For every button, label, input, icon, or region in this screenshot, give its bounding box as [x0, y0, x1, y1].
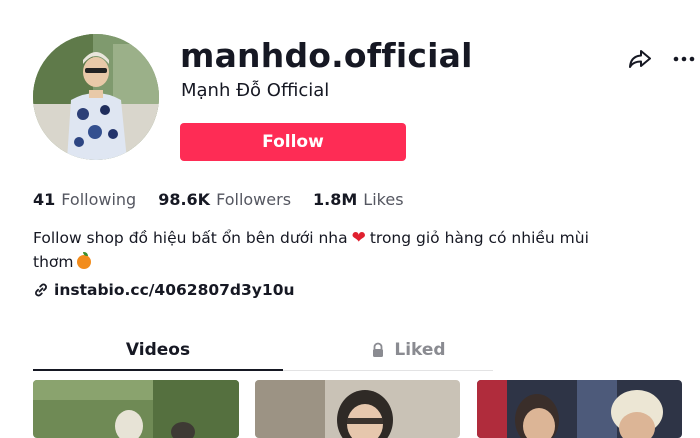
bio-text-part1: Follow shop đồ hiệu bất ổn bên dưới nha: [33, 229, 348, 247]
more-icon[interactable]: [671, 46, 697, 72]
profile-stats: 41 Following 98.6K Followers 1.8M Likes: [33, 190, 426, 209]
bio-link[interactable]: instabio.cc/4062807d3y10u: [33, 281, 295, 299]
likes-count: 1.8M: [313, 190, 358, 209]
avatar-photo: [33, 34, 159, 160]
bio: Follow shop đồ hiệu bất ổn bên dưới nha ❤…: [33, 226, 633, 274]
tab-liked[interactable]: Liked: [283, 330, 533, 370]
tab-videos-label: Videos: [125, 340, 191, 360]
bio-text-part2: trong giỏ hàng có nhiều mùi: [369, 229, 589, 247]
followers-label: Followers: [216, 190, 292, 209]
stat-followers[interactable]: 98.6K Followers: [158, 190, 291, 209]
tab-videos[interactable]: Videos: [33, 330, 283, 370]
tab-liked-label: Liked: [394, 340, 446, 360]
nickname: Mạnh Đỗ Official: [181, 80, 330, 101]
avatar: [33, 34, 159, 160]
following-count: 41: [33, 190, 56, 209]
video-thumbnail[interactable]: [33, 380, 239, 438]
username: manhdo.official: [180, 36, 473, 75]
video-thumbnail[interactable]: [255, 380, 460, 438]
active-tab-indicator: [33, 369, 283, 371]
tangerine-icon: [77, 252, 92, 269]
profile-tabs: Videos Liked: [33, 330, 493, 371]
bio-link-text: instabio.cc/4062807d3y10u: [54, 281, 295, 299]
red-heart-icon: ❤: [351, 228, 366, 248]
lock-icon: [373, 342, 384, 357]
likes-label: Likes: [363, 190, 404, 209]
share-icon[interactable]: [627, 46, 653, 72]
followers-count: 98.6K: [158, 190, 211, 209]
stat-likes: 1.8M Likes: [313, 190, 404, 209]
bio-text-part3: thơm: [33, 253, 74, 271]
link-icon: [35, 283, 47, 297]
stat-following[interactable]: 41 Following: [33, 190, 136, 209]
video-thumbnail[interactable]: [477, 380, 682, 438]
follow-button[interactable]: Follow: [180, 123, 406, 161]
following-label: Following: [61, 190, 137, 209]
